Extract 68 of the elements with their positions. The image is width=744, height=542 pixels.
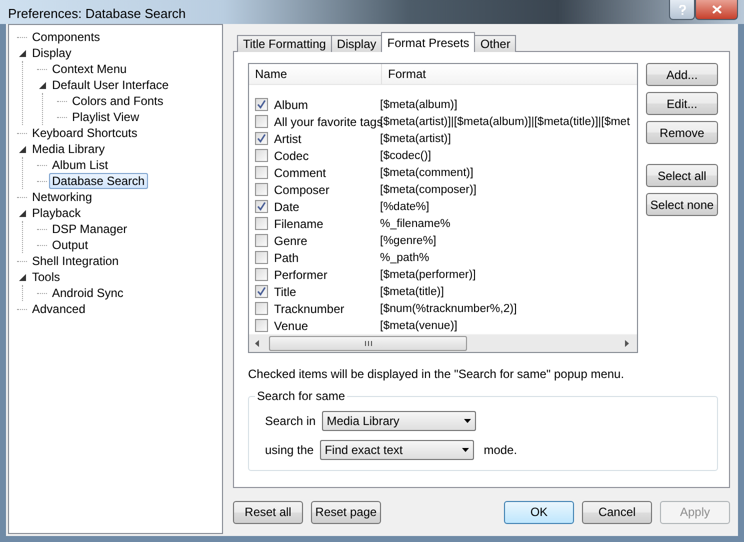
preset-format: %_path% (380, 252, 430, 264)
window-title: Preferences: Database Search (8, 6, 186, 21)
preset-name: Date (274, 200, 300, 214)
tree-item[interactable]: Database Search (49, 173, 148, 189)
tree-item[interactable]: Tools (29, 269, 64, 285)
side-button[interactable]: Select all (646, 164, 718, 187)
tab[interactable]: Other (474, 35, 516, 52)
preset-format: [$meta(artist)] (380, 132, 451, 144)
search-in-label: Search in (265, 414, 316, 428)
column-header[interactable]: Name (249, 64, 382, 84)
tree-item[interactable]: Output (49, 237, 92, 253)
side-button[interactable]: Remove (646, 121, 718, 144)
footer-button[interactable]: OK (504, 500, 574, 524)
tree-item[interactable]: Keyboard Shortcuts (29, 125, 140, 141)
footer-button[interactable]: Cancel (582, 500, 652, 524)
preset-name: Album (274, 98, 310, 112)
preset-format: [$meta(venue)] (380, 320, 458, 332)
preset-name: All your favorite tags (274, 114, 380, 128)
preset-name: Artist (274, 132, 302, 146)
preset-format: [%date%] (380, 200, 430, 212)
preset-format: [$meta(album)] (380, 98, 458, 110)
preset-name: Comment (274, 166, 328, 180)
preset-format: [$meta(performer)] (380, 268, 476, 280)
side-button[interactable]: Add... (646, 63, 718, 86)
preset-format: [%genre%] (380, 234, 436, 246)
preset-format: [$meta(title)] (380, 286, 444, 298)
preset-name: Path (274, 250, 300, 264)
note-text: Checked items will be displayed in the "Search for same" popup menu. (248, 367, 626, 381)
preset-name: Composer (274, 182, 330, 196)
preset-format: [$meta(composer)] (380, 184, 477, 196)
preset-format: %_filename% (380, 218, 450, 230)
tree-item[interactable]: Default User Interface (49, 77, 172, 93)
preset-format: [$meta(comment)] (380, 166, 474, 178)
tab[interactable]: Format Presets (381, 32, 476, 52)
using-label: using the (265, 443, 314, 457)
preset-format: [$num(%tracknumber%,2)] (380, 302, 517, 314)
preset-format: [$codec()] (380, 150, 432, 162)
tree-item[interactable]: Colors and Fonts (69, 93, 166, 109)
search-in-dropdown[interactable]: Media Library (322, 411, 476, 431)
preset-name: Codec (274, 148, 310, 162)
preset-name: Genre (274, 234, 308, 248)
tab[interactable]: Display (330, 35, 382, 52)
footer-button[interactable]: Reset all (233, 500, 303, 524)
tree-item[interactable]: Media Library (29, 141, 108, 157)
tree-item[interactable]: Android Sync (49, 285, 126, 301)
tab[interactable]: Title Formatting (237, 35, 332, 52)
tree-item[interactable]: Playlist View (69, 109, 142, 125)
footer-button[interactable]: Reset page (311, 500, 381, 524)
tree-item[interactable]: DSP Manager (49, 221, 130, 237)
tree-item[interactable]: Shell Integration (29, 253, 122, 269)
mode-dropdown[interactable]: Find exact text (320, 440, 474, 460)
tree-item[interactable]: Display (29, 45, 74, 61)
tree-item[interactable]: Playback (29, 205, 84, 221)
side-button[interactable]: Select none (646, 193, 718, 216)
preset-name: Tracknumber (274, 302, 346, 316)
tree-item[interactable]: Networking (29, 189, 96, 205)
tree-item[interactable]: Context Menu (49, 61, 130, 77)
preset-name: Venue (274, 318, 310, 332)
preset-name: Filename (274, 216, 324, 230)
tree-item[interactable]: Advanced (29, 301, 88, 317)
column-header[interactable]: Format (382, 64, 637, 84)
preset-name: Title (274, 284, 298, 298)
tree-item[interactable]: Components (29, 29, 104, 45)
side-button[interactable]: Edit... (646, 92, 718, 115)
tree-item[interactable]: Album List (49, 157, 112, 173)
mode-label: mode. (484, 443, 518, 457)
group-title: Search for same (256, 389, 346, 403)
preset-name: Performer (274, 268, 328, 282)
